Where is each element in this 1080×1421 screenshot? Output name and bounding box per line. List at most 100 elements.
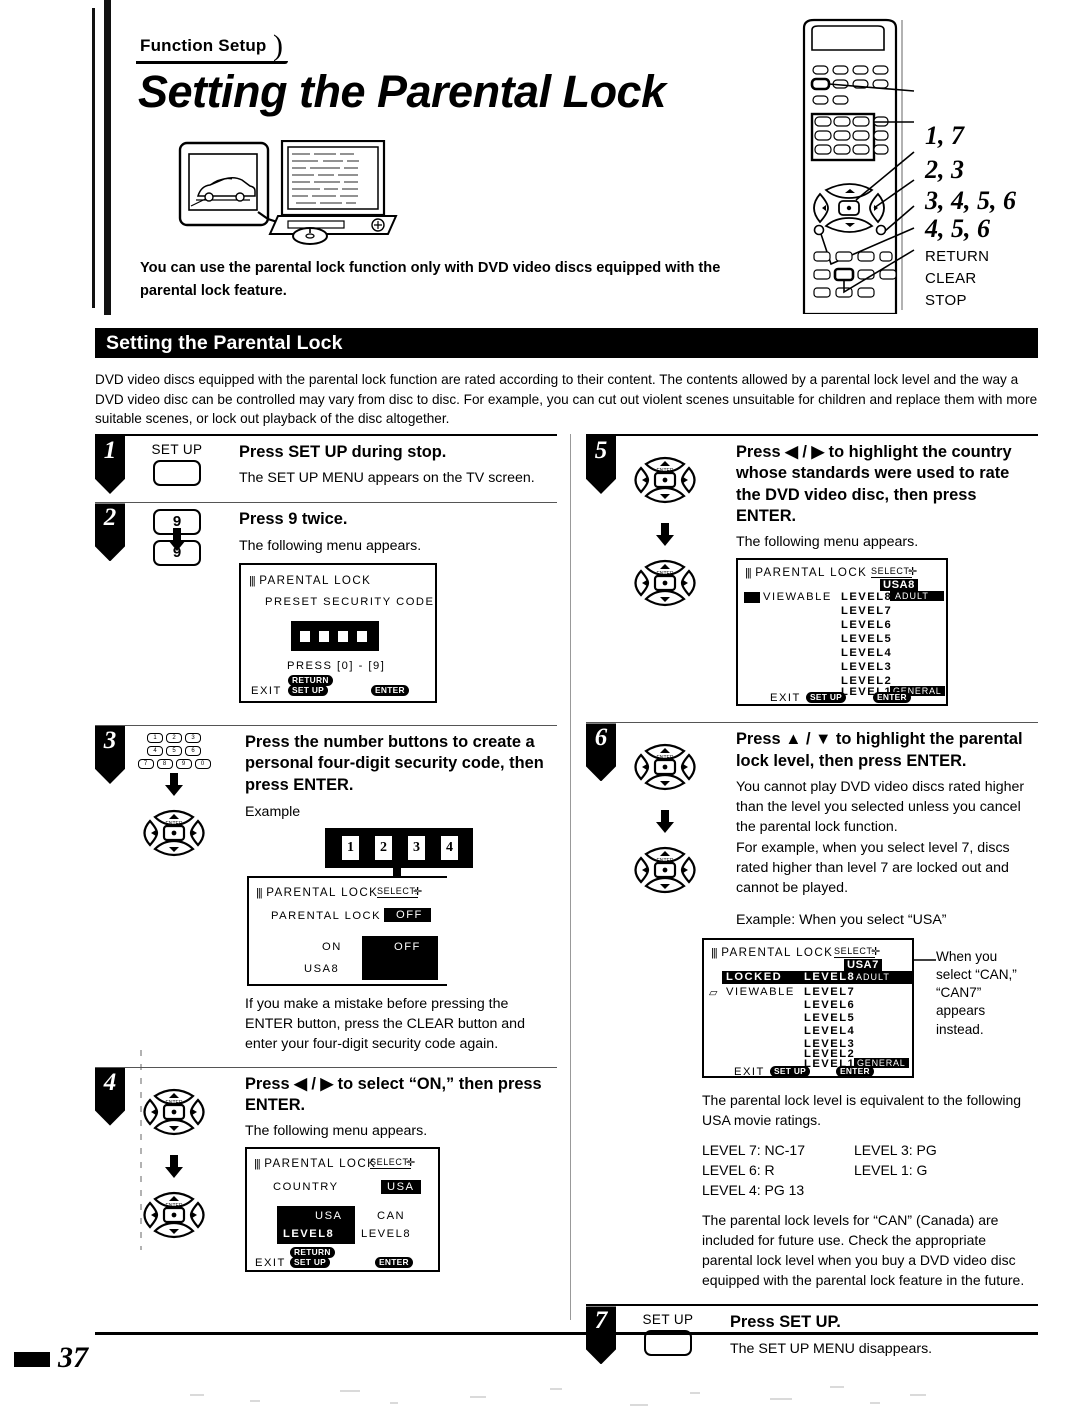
column-divider (570, 434, 571, 1320)
step-4-key-illustration: ENTER ENTER (125, 1074, 223, 1258)
step-7-sub: The SET UP MENU disappears. (730, 1340, 933, 1357)
osd5-level-3: LEVEL3 (841, 661, 893, 674)
enter-pill-icon-5: ENTER (873, 692, 911, 704)
step-1: 1 SET UP Press SET UP during stop. The S… (95, 436, 557, 494)
dpad-left-right-icon: ENTER (143, 1088, 205, 1135)
callout-stop: STOP (925, 292, 967, 309)
osd3-row-label: PARENTAL LOCK (271, 910, 382, 923)
setup-pill-icon: SET UP (288, 684, 329, 696)
step-1-badge: 1 (95, 436, 125, 494)
step-6-sub2: For example, when you select level 7, di… (736, 839, 1010, 896)
numkey-2: 2 (166, 733, 182, 744)
osd2-title: ||| PARENTAL LOCK (249, 573, 372, 587)
osd-level-list-locked: ||| PARENTAL LOCK SELECT: ✛ USA7 LOCKED … (702, 938, 914, 1079)
intro-bold-text: You can use the parental lock function o… (140, 260, 721, 299)
step-2-key-illustration: 9 9 (131, 509, 223, 567)
dpad-up-down-icon: ENTER (634, 744, 696, 791)
osd6-exit-label: EXIT (734, 1066, 765, 1079)
setup-pill-icon-6: SET UP (770, 1066, 811, 1078)
osd-bars-icon: ||| (249, 574, 256, 587)
osd5-status-label: VIEWABLE (763, 591, 832, 604)
dpad-enter-icon-2: ENTER (143, 1191, 205, 1238)
ratings-table: LEVEL 7: NC-17 LEVEL 3: PG LEVEL 6: R LE… (702, 1140, 1038, 1201)
osd6-level-6: LEVEL6 (804, 999, 856, 1012)
step-6-sub1: You cannot play DVD video discs rated hi… (736, 779, 1025, 836)
osd4-select-label: SELECT: (370, 1157, 411, 1170)
step-2-sub: The following menu appears. (239, 537, 422, 554)
remote-callout-labels: 1, 7 2, 3 3, 4, 5, 6 4, 5, 6 RETURN CLEA… (915, 14, 1080, 314)
numkey-4: 4 (147, 746, 163, 757)
step-7-heading: Press SET UP. (730, 1313, 841, 1332)
osd-bars-icon-4: ||| (254, 1158, 261, 1171)
enter-pill-icon-4: ENTER (375, 1257, 413, 1269)
step-6-heading: Press ▲ / ▼ to highlight the parental lo… (736, 730, 1023, 770)
callout-clear: CLEAR (925, 270, 977, 287)
osd6-viewable-label: VIEWABLE (726, 986, 795, 999)
step-6: 6 ENTER ENTER Press ▲ / ▼ to highlight t… (586, 723, 1038, 930)
osd4-select-cursor-icon: ✛ (406, 1157, 416, 1170)
osd4-row-value: USA (381, 1180, 421, 1195)
numkey-5: 5 (166, 746, 182, 757)
remote-control-diagram (802, 18, 915, 314)
osd5-level-8: LEVEL8 (841, 591, 893, 604)
step-2-heading: Press 9 twice. (239, 510, 348, 529)
osd6-level-7: LEVEL7 (804, 986, 856, 999)
enter-pill-icon: ENTER (371, 684, 409, 696)
osd5-level-4: LEVEL4 (841, 647, 893, 660)
function-setup-label: Function Setup (140, 36, 267, 55)
ratings-row: LEVEL 6: R LEVEL 1: G (702, 1160, 1038, 1180)
numkey-7: 7 (137, 759, 154, 770)
ratings-row: LEVEL 4: PG 13 (702, 1180, 1038, 1200)
osd4-col2-country: CAN (377, 1210, 406, 1223)
callout-1-7: 1, 7 (925, 121, 964, 150)
osd6-title: ||| PARENTAL LOCK (711, 946, 834, 960)
osd5-level-5: LEVEL5 (841, 633, 893, 646)
svg-text:ENTER: ENTER (657, 468, 674, 474)
step-3: 3 123 456 7890 ENTER Press the number bu… (95, 725, 557, 1055)
step-1-heading: Press SET UP during stop. (239, 443, 447, 461)
svg-text:ENTER: ENTER (166, 1203, 183, 1209)
step-4-heading: Press ◀ / ▶ to select “ON,” then press E… (245, 1074, 542, 1114)
step-3-badge: 3 (95, 725, 125, 784)
step-5-key-illustration: ENTER ENTER (616, 442, 714, 626)
svg-text:ENTER: ENTER (657, 571, 674, 577)
osd6-select-cursor-icon: ✛ (871, 946, 881, 959)
code-slot-4 (357, 630, 367, 642)
numkey-6: 6 (185, 746, 201, 757)
rating-right-2: LEVEL 1: G (854, 1161, 928, 1178)
osd6-viewable-marker-icon: ▱ (709, 987, 718, 1000)
footer-rule (95, 1332, 1038, 1335)
callout-4-5-6: 4, 5, 6 (925, 214, 990, 243)
osd5-country-code: USA8 (880, 579, 918, 592)
page-title: Setting the Parental Lock (138, 66, 666, 117)
setup-keycap-icon (153, 460, 201, 486)
osd2-line1: PRESET SECURITY CODE (265, 595, 435, 608)
numkey-9: 9 (175, 759, 192, 770)
step-7-key-illustration: SET UP (622, 1312, 714, 1361)
setup-pill-icon-5: SET UP (806, 692, 847, 704)
svg-text:ENTER: ENTER (166, 821, 183, 827)
step-6-ratings-block: The parental lock level is equivalent to… (702, 1090, 1038, 1290)
example-digit-3: 3 (408, 836, 425, 861)
step-6-closing-note: The parental lock levels for “CAN” (Cana… (702, 1211, 1025, 1289)
setup-pill-icon-4: SET UP (290, 1257, 331, 1269)
ratings-intro: The parental lock level is equivalent to… (702, 1092, 1022, 1129)
setup-key-label-7: SET UP (642, 1312, 694, 1328)
osd-bars-icon-5: ||| (745, 567, 752, 580)
osd-bars-icon-6: ||| (711, 947, 718, 960)
dpad-enter-icon-6: ENTER (634, 847, 696, 894)
step-1-key-illustration: SET UP (131, 442, 223, 491)
binding-rule-inner (104, 0, 111, 315)
osd4-title: ||| PARENTAL LOCK (254, 1157, 377, 1171)
parental-lock-illustration (178, 140, 398, 245)
code-slot-2 (319, 630, 329, 642)
osd6-level-4: LEVEL4 (804, 1025, 856, 1038)
page-number-marker (14, 1352, 50, 1367)
step-5-sub: The following menu appears. (736, 534, 919, 551)
right-column: 5 ENTER ENTER Press ◀ / ▶ to highlight t… (586, 434, 1038, 1365)
setup-key-label: SET UP (151, 442, 203, 457)
step-3-example-label: Example (245, 803, 301, 820)
step-6-example-line: Example: When you select “USA” (736, 912, 947, 929)
example-code-band: 1 2 3 4 (325, 828, 473, 869)
step-5-badge: 5 (586, 436, 616, 494)
